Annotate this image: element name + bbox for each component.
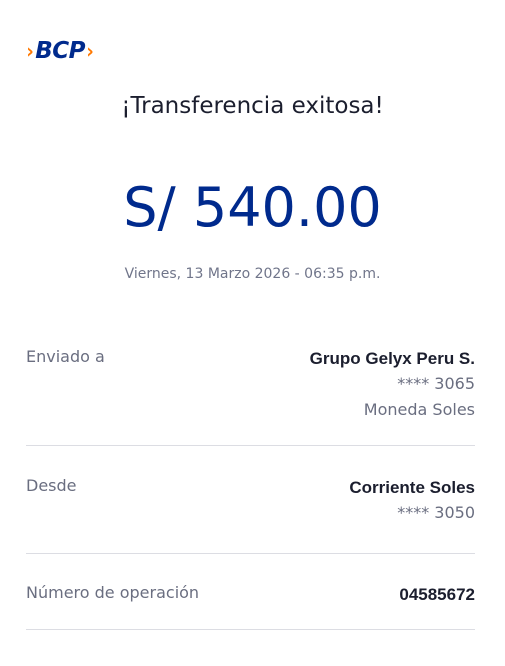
transfer-amount: S/ 540.00 xyxy=(123,176,382,239)
recipient-account: **** 3065 xyxy=(397,374,475,393)
recipient-name: Grupo Gelyx Peru S. xyxy=(309,349,475,368)
recipient-currency: Moneda Soles xyxy=(363,400,475,419)
source-account-name: Corriente Soles xyxy=(349,478,475,497)
source-account: **** 3050 xyxy=(397,503,475,522)
logo-chevron-right: › xyxy=(86,39,94,63)
recipient-label: Enviado a xyxy=(26,347,105,366)
source-label: Desde xyxy=(26,476,77,495)
bcp-logo: › BCP › xyxy=(26,36,94,66)
logo-wordmark: BCP xyxy=(35,37,86,64)
page-title: ¡Transferencia exitosa! xyxy=(121,93,384,119)
divider xyxy=(26,445,475,446)
divider xyxy=(26,629,475,630)
logo-chevron-left: › xyxy=(26,39,34,63)
divider xyxy=(26,553,475,554)
transfer-datetime: Viernes, 13 Marzo 2026 - 06:35 p.m. xyxy=(124,266,381,282)
recipient-values: Grupo Gelyx Peru S. **** 3065 Moneda Sol… xyxy=(310,346,475,423)
source-values: Corriente Soles **** 3050 xyxy=(349,475,475,526)
operation-values: 04585672 xyxy=(399,582,475,607)
operation-label: Número de operación xyxy=(26,583,200,602)
operation-number: 04585672 xyxy=(399,585,475,604)
